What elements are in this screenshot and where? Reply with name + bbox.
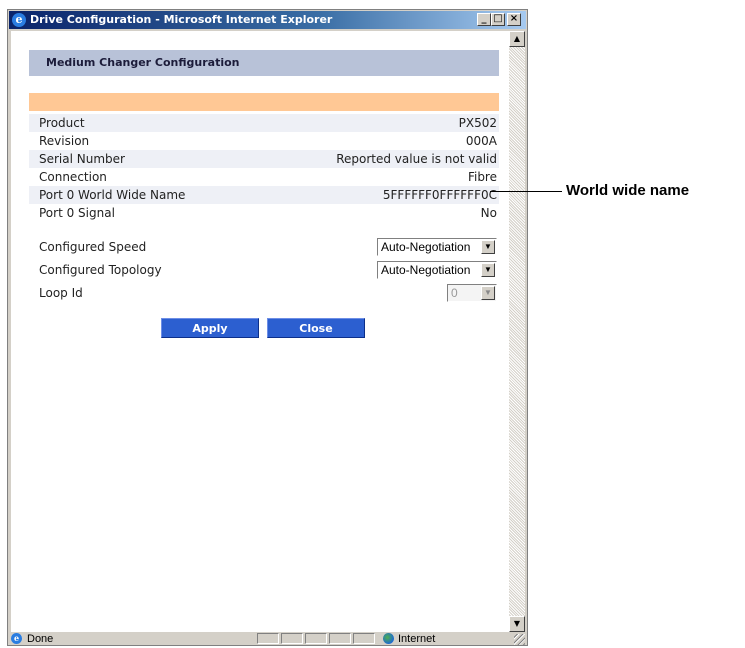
loop-id-value: 0 [451,286,458,300]
speed-row: Configured Speed Auto-Negotiation ▼ [29,236,499,259]
page-header: Medium Changer Configuration [29,50,499,76]
row-label-connection: Connection [39,170,107,184]
section-divider [29,93,499,111]
minimize-button[interactable]: _ [477,13,491,26]
callout-label: World wide name [566,182,690,199]
topology-label: Configured Topology [39,263,162,277]
close-window-button[interactable]: × [507,13,521,26]
callout-line [490,191,562,192]
maximize-button[interactable]: □ [491,13,505,26]
title-bar[interactable]: e Drive Configuration - Microsoft Intern… [9,11,526,29]
ie-page-icon: e [11,633,22,644]
row-label-signal: Port 0 Signal [39,206,115,220]
scroll-down-icon[interactable]: ▼ [509,616,525,632]
table-row: Connection Fibre [29,168,499,186]
page-content: Medium Changer Configuration Product PX5… [11,31,509,632]
status-text: Done [27,633,54,645]
apply-button[interactable]: Apply [161,318,259,338]
topology-row: Configured Topology Auto-Negotiation ▼ [29,259,499,282]
loop-id-select[interactable]: 0 ▼ [447,284,497,302]
loop-label: Loop Id [39,286,83,300]
resize-grip-icon[interactable] [514,634,525,645]
row-label-serial: Serial Number [39,152,125,166]
status-segment [305,633,327,644]
row-value-revision: 000A [465,134,497,148]
table-row: Port 0 Signal No [29,204,499,222]
close-button[interactable]: Close [267,318,365,338]
row-value-serial: Reported value is not valid [336,152,497,166]
vertical-scrollbar[interactable]: ▲ ▼ [509,31,525,632]
topology-select-value: Auto-Negotiation [381,263,471,277]
chevron-down-icon[interactable]: ▼ [481,286,495,300]
status-segment [257,633,279,644]
chevron-down-icon[interactable]: ▼ [481,240,495,254]
row-value-product: PX502 [458,116,497,130]
chevron-down-icon[interactable]: ▼ [481,263,495,277]
speed-select[interactable]: Auto-Negotiation ▼ [377,238,497,256]
table-row: Port 0 World Wide Name 5FFFFFF0FFFFFF0C [29,186,499,204]
window-title: Drive Configuration - Microsoft Internet… [30,13,333,26]
scroll-up-icon[interactable]: ▲ [509,31,525,47]
row-label-wwn: Port 0 World Wide Name [39,188,186,202]
table-row: Revision 000A [29,132,499,150]
drive-info-table: Product PX502 Revision 000A Serial Numbe… [29,114,499,222]
ie-icon[interactable]: e [12,13,26,27]
row-value-signal: No [480,206,497,220]
status-segment [281,633,303,644]
speed-select-value: Auto-Negotiation [381,240,471,254]
status-segment [353,633,375,644]
status-segment [329,633,351,644]
status-bar: e Done Internet [9,633,526,645]
speed-label: Configured Speed [39,240,147,254]
row-label-revision: Revision [39,134,90,148]
table-row: Product PX502 [29,114,499,132]
topology-select[interactable]: Auto-Negotiation ▼ [377,261,497,279]
loop-row: Loop Id 0 ▼ [29,282,499,305]
globe-icon [383,633,394,644]
row-value-connection: Fibre [467,170,497,184]
table-row: Serial Number Reported value is not vali… [29,150,499,168]
config-form: Configured Speed Auto-Negotiation ▼ Conf… [29,236,499,305]
zone-text: Internet [398,633,436,645]
row-value-wwn: 5FFFFFF0FFFFFF0C [382,188,497,202]
row-label-product: Product [39,116,85,130]
browser-window: e Drive Configuration - Microsoft Intern… [7,9,528,646]
